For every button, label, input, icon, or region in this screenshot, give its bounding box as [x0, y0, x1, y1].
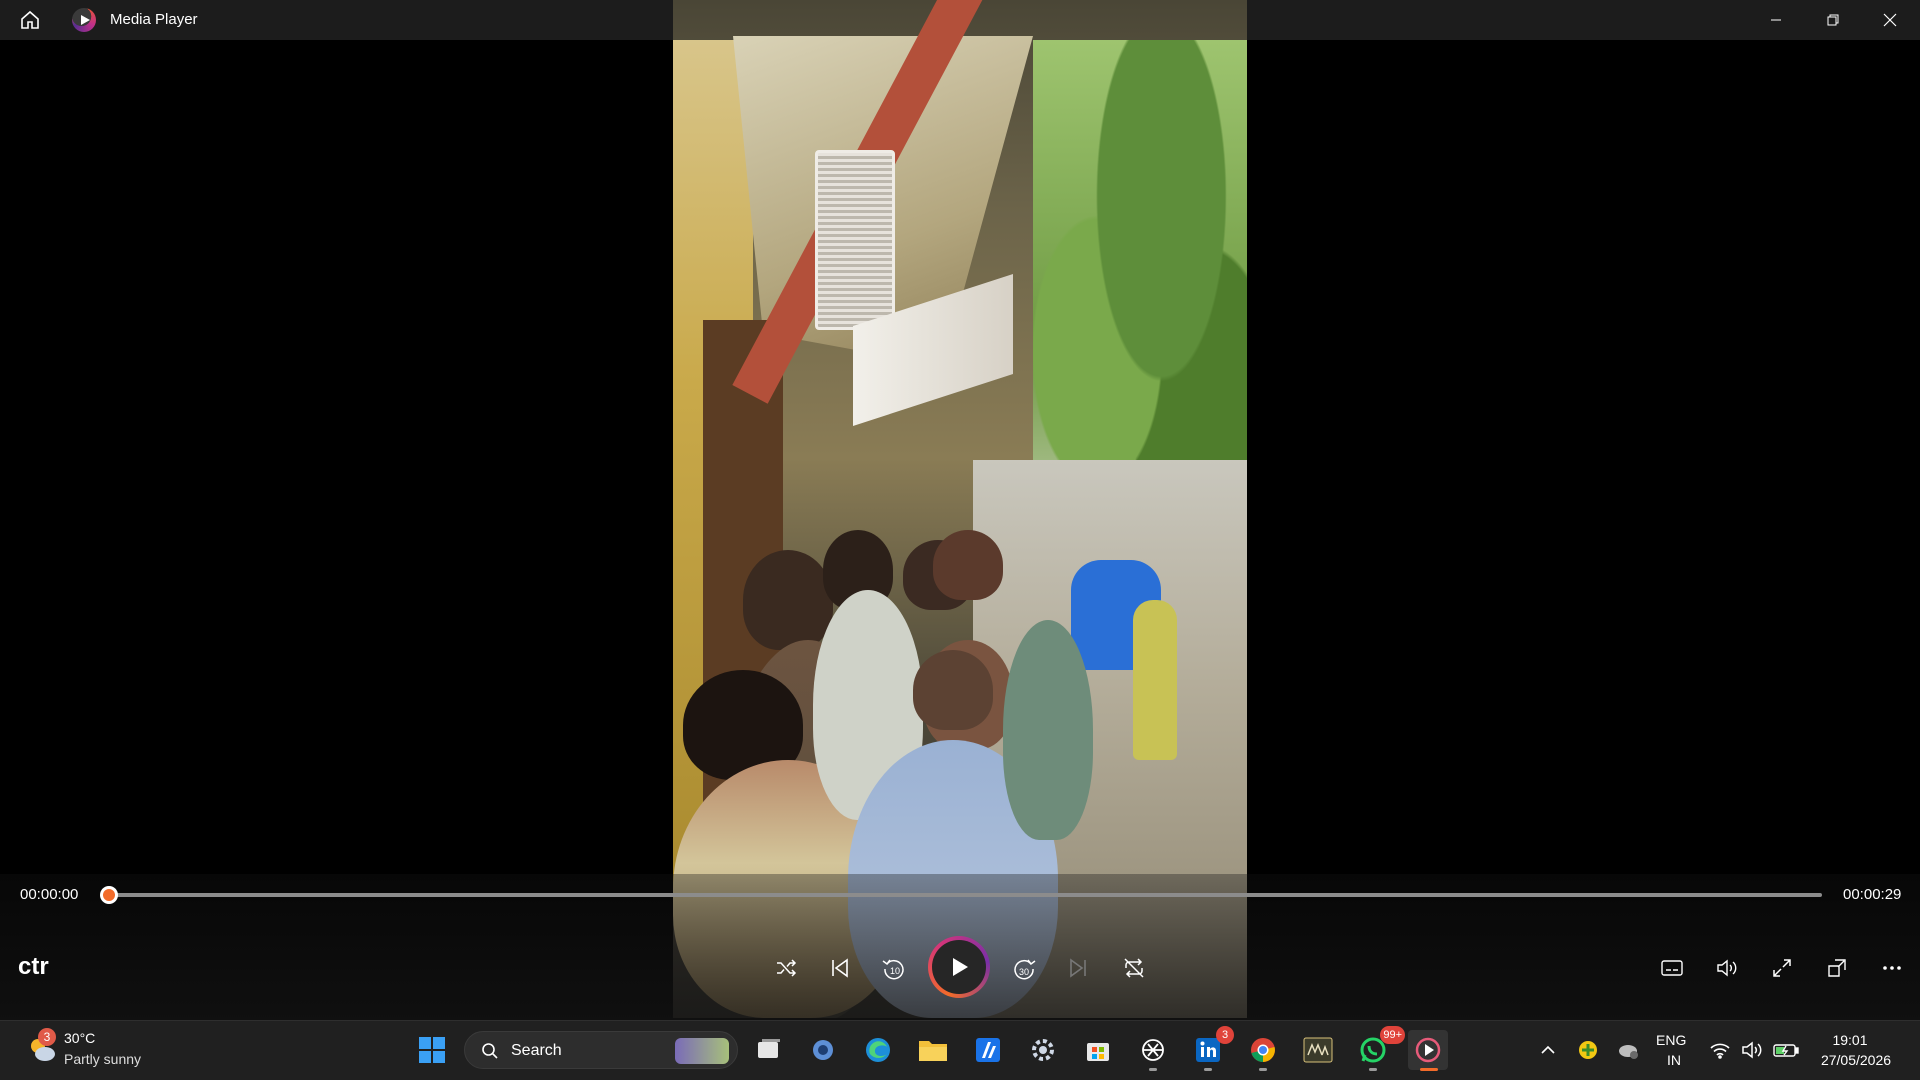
- clock-date[interactable]: 27/05/2026: [1816, 1052, 1896, 1068]
- linkedin-icon[interactable]: 3: [1188, 1026, 1234, 1071]
- video-scene-person: [1003, 620, 1093, 840]
- next-icon[interactable]: [1056, 946, 1100, 990]
- forward-30-label: 30: [1019, 967, 1029, 977]
- video-frame[interactable]: [673, 0, 1247, 1018]
- start-button[interactable]: [412, 1030, 452, 1070]
- seek-bar[interactable]: [108, 893, 1822, 897]
- language-region[interactable]: IN: [1667, 1052, 1681, 1068]
- clock-time[interactable]: 19:01: [1822, 1032, 1878, 1048]
- previous-icon[interactable]: [818, 946, 862, 990]
- wifi-icon[interactable]: [1704, 1030, 1736, 1070]
- subtitles-icon[interactable]: [1650, 946, 1694, 990]
- settings-icon[interactable]: [1023, 1030, 1063, 1070]
- forward-30-icon[interactable]: 30: [1002, 946, 1046, 990]
- search-icon: [482, 1043, 498, 1059]
- more-options-icon[interactable]: [1870, 946, 1914, 990]
- media-player-app-icon: [72, 8, 96, 32]
- weather-badge: 3: [38, 1028, 56, 1046]
- chevron-up-icon[interactable]: [1528, 1030, 1568, 1070]
- video-scene-person: [1133, 600, 1177, 760]
- whatsapp-notification-badge: 99+: [1380, 1026, 1405, 1044]
- media-title: ctr: [18, 953, 49, 980]
- minimize-button[interactable]: [1748, 0, 1804, 40]
- linkedin-notification-badge: 3: [1216, 1026, 1234, 1044]
- security-status-icon[interactable]: [1568, 1030, 1608, 1070]
- video-scene-person: [933, 530, 1003, 600]
- running-indicator: [1259, 1068, 1267, 1071]
- language-indicator[interactable]: ENG: [1656, 1032, 1686, 1048]
- mini-player-icon[interactable]: [1815, 946, 1859, 990]
- home-icon[interactable]: [18, 8, 42, 32]
- speaker-icon[interactable]: [1736, 1030, 1768, 1070]
- play-button[interactable]: [928, 936, 990, 998]
- taskbar-search[interactable]: Search: [464, 1031, 738, 1069]
- play-icon: [953, 958, 968, 976]
- weather-temperature[interactable]: 30°C: [64, 1030, 95, 1046]
- edge-browser-icon[interactable]: [858, 1030, 898, 1070]
- fullscreen-icon[interactable]: [1760, 946, 1804, 990]
- whatsapp-icon[interactable]: 99+: [1353, 1026, 1405, 1071]
- weather-condition[interactable]: Partly sunny: [64, 1051, 141, 1067]
- media-player-taskbar-icon[interactable]: [1408, 1030, 1448, 1071]
- current-time: 00:00:00: [20, 886, 79, 903]
- rewind-10-icon[interactable]: 10: [872, 946, 916, 990]
- video-scene-ac-unit: [815, 150, 895, 330]
- restore-button[interactable]: [1805, 0, 1861, 40]
- search-highlight-image: [675, 1038, 729, 1064]
- video-scene-person: [913, 650, 993, 730]
- msmw-app-icon[interactable]: [1298, 1030, 1338, 1070]
- running-indicator: [1149, 1068, 1157, 1071]
- search-placeholder: Search: [511, 1042, 562, 1059]
- task-view-icon[interactable]: [749, 1030, 789, 1070]
- onedrive-icon[interactable]: [1608, 1030, 1648, 1070]
- repeat-icon[interactable]: [1112, 946, 1156, 990]
- microsoft-store-icon[interactable]: [1078, 1030, 1118, 1070]
- settings-gear-app-icon[interactable]: [803, 1030, 843, 1070]
- battery-icon[interactable]: [1768, 1030, 1804, 1070]
- window-title: Media Player: [110, 11, 198, 28]
- close-button[interactable]: [1862, 0, 1918, 40]
- chrome-icon[interactable]: [1243, 1030, 1283, 1071]
- shuffle-icon[interactable]: [764, 946, 808, 990]
- total-time: 00:00:29: [1843, 886, 1902, 903]
- seek-thumb[interactable]: [100, 886, 118, 904]
- video-scene-person: [743, 550, 833, 650]
- active-indicator: [1420, 1068, 1438, 1071]
- running-indicator: [1369, 1068, 1377, 1071]
- rewind-10-label: 10: [890, 966, 900, 976]
- volume-icon[interactable]: [1705, 946, 1749, 990]
- azure-icon[interactable]: [968, 1030, 1008, 1070]
- running-indicator: [1204, 1068, 1212, 1071]
- file-explorer-icon[interactable]: [913, 1030, 953, 1070]
- chatgpt-icon[interactable]: [1133, 1030, 1173, 1071]
